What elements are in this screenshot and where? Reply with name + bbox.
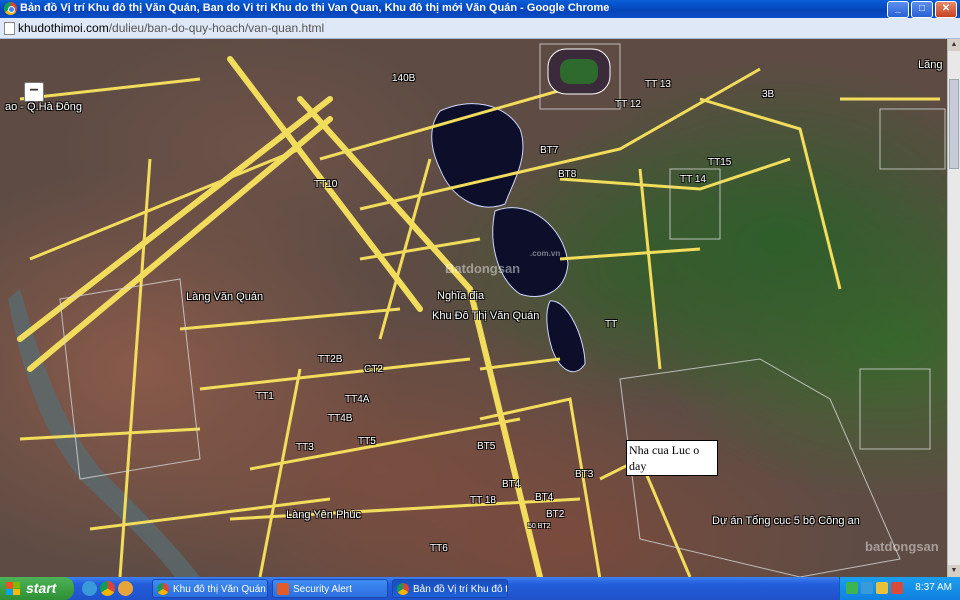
- label-khu-do-thi: Khu Đô Thị Văn Quán: [432, 310, 540, 322]
- task-label: Khu đô thị Văn Quán,...: [173, 584, 268, 595]
- parcel-2: [859, 368, 931, 450]
- task-label: Bản đồ Vị trí Khu đô t...: [413, 584, 508, 595]
- label-3b: 3B: [762, 89, 775, 100]
- start-button[interactable]: start: [0, 577, 74, 600]
- start-label: start: [26, 580, 57, 596]
- road-c: [29, 147, 301, 261]
- label-bt3: BT3: [575, 469, 594, 480]
- road-n: [479, 397, 602, 577]
- label-140b: 140B: [392, 73, 416, 84]
- road-j: [559, 247, 701, 261]
- label-lang-yen-phuc: Làng Yên Phúc: [286, 509, 362, 521]
- label-ha-dong: ao - Q.Hà Đông: [5, 101, 83, 113]
- label-tt18: TT 18: [470, 495, 496, 506]
- label-tt6: TT6: [430, 543, 448, 554]
- chrome-icon: [397, 583, 409, 595]
- road-i: [559, 157, 791, 191]
- scroll-down-icon[interactable]: ▼: [948, 565, 960, 577]
- tray-security-icon[interactable]: [861, 582, 873, 594]
- task-label: Security Alert: [293, 584, 352, 595]
- label-tt4b: TT4B: [328, 413, 353, 424]
- road-k: [638, 168, 662, 370]
- label-tt5: TT5: [358, 436, 376, 447]
- label-bt7: BT7: [540, 145, 559, 156]
- close-button[interactable]: ✕: [935, 1, 957, 18]
- label-tt12: TT 12: [615, 99, 641, 110]
- window-title: Bản đồ Vị trí Khu đô thị Văn Quán, Ban d…: [20, 2, 610, 14]
- window-controls: _ □ ✕: [887, 1, 957, 18]
- url-domain: khudothimoi.com: [18, 21, 109, 35]
- minimize-button[interactable]: _: [887, 1, 909, 18]
- label-50-bt2: 50 BT2: [528, 523, 551, 530]
- task-khu-do-thi[interactable]: Khu đô thị Văn Quán,...: [152, 579, 268, 598]
- scroll-thumb[interactable]: [949, 79, 959, 169]
- label-tt13: TT 13: [645, 79, 671, 90]
- page-icon: [4, 22, 15, 35]
- quicklaunch-media-icon[interactable]: [118, 581, 133, 596]
- stadium-field: [560, 59, 598, 84]
- label-lang-van-quan: Làng Văn Quán: [186, 291, 264, 303]
- label-tt10: TT10: [314, 179, 338, 190]
- lake-north: [431, 103, 524, 208]
- main-road-1: [17, 96, 333, 342]
- road-m: [479, 357, 561, 371]
- road-l: [699, 97, 842, 290]
- url-path: /dulieu/ban-do-quy-hoach/van-quan.html: [108, 21, 325, 35]
- road-s: [19, 77, 201, 101]
- watermark-corner: batdongsan: [865, 539, 939, 554]
- zoom-out-button[interactable]: −: [24, 82, 44, 102]
- label-bt8: BT8: [558, 169, 577, 180]
- chrome-icon: [157, 583, 169, 595]
- scroll-up-icon[interactable]: ▲: [948, 39, 960, 51]
- road-u: [19, 427, 201, 441]
- road-q: [599, 456, 692, 577]
- label-tt2b: TT2B: [318, 354, 343, 365]
- label-bt2: BT2: [546, 509, 565, 520]
- quicklaunch-chrome-icon[interactable]: [100, 581, 115, 596]
- label-tt15: TT15: [708, 157, 732, 168]
- label-bt4: BT4: [502, 479, 521, 490]
- taskbar: start Khu đô thị Văn Quán,... Security A…: [0, 577, 960, 600]
- label-nghia-dia: Nghĩa địa: [437, 290, 485, 302]
- task-ban-do[interactable]: Bản đồ Vị trí Khu đô t...: [392, 579, 508, 598]
- label-tt14: TT 14: [680, 174, 706, 185]
- system-tray: 8:37 AM: [839, 577, 960, 600]
- vertical-scrollbar[interactable]: ▲ ▼: [947, 39, 960, 577]
- quicklaunch-ie-icon[interactable]: [82, 581, 97, 596]
- label-lang: Lăng: [918, 59, 943, 71]
- shield-icon: [277, 583, 289, 595]
- maximize-button[interactable]: □: [911, 1, 933, 18]
- label-bt4-south: BT4: [535, 492, 554, 503]
- label-tt1: TT1: [256, 391, 274, 402]
- annotation-note: Nha cua Luc o day: [626, 440, 718, 476]
- watermark-domain: .com.vn: [530, 249, 561, 258]
- watermark-center: Batdongsan: [445, 261, 521, 276]
- task-security-alert[interactable]: Security Alert: [272, 579, 388, 598]
- chrome-icon: [4, 2, 17, 15]
- windows-flag-icon: [6, 582, 20, 595]
- parcel-3: [879, 108, 946, 170]
- tray-volume-icon[interactable]: [876, 582, 888, 594]
- clock: 8:37 AM: [915, 582, 952, 593]
- label-tt: TT: [605, 319, 618, 330]
- tray-alert-icon[interactable]: [891, 582, 903, 594]
- label-tt4a: TT4A: [345, 394, 370, 405]
- window-title-bar[interactable]: Bản đồ Vị trí Khu đô thị Văn Quán, Ban d…: [0, 0, 960, 18]
- label-ct2: CT2: [364, 364, 383, 375]
- url-text[interactable]: khudothimoi.com/dulieu/ban-do-quy-hoach/…: [18, 21, 324, 35]
- address-bar[interactable]: khudothimoi.com/dulieu/ban-do-quy-hoach/…: [0, 18, 960, 39]
- map-view[interactable]: − Lăng ao - Q.Hà Đông 140B 3B TT 13 TT 1…: [0, 39, 960, 577]
- tray-network-icon[interactable]: [846, 582, 858, 594]
- road-d: [179, 307, 401, 331]
- label-bt5: BT5: [477, 441, 496, 452]
- label-du-an: Dự án Tổng cục 5 bộ Công an: [712, 515, 860, 527]
- label-tt3: TT3: [296, 442, 314, 453]
